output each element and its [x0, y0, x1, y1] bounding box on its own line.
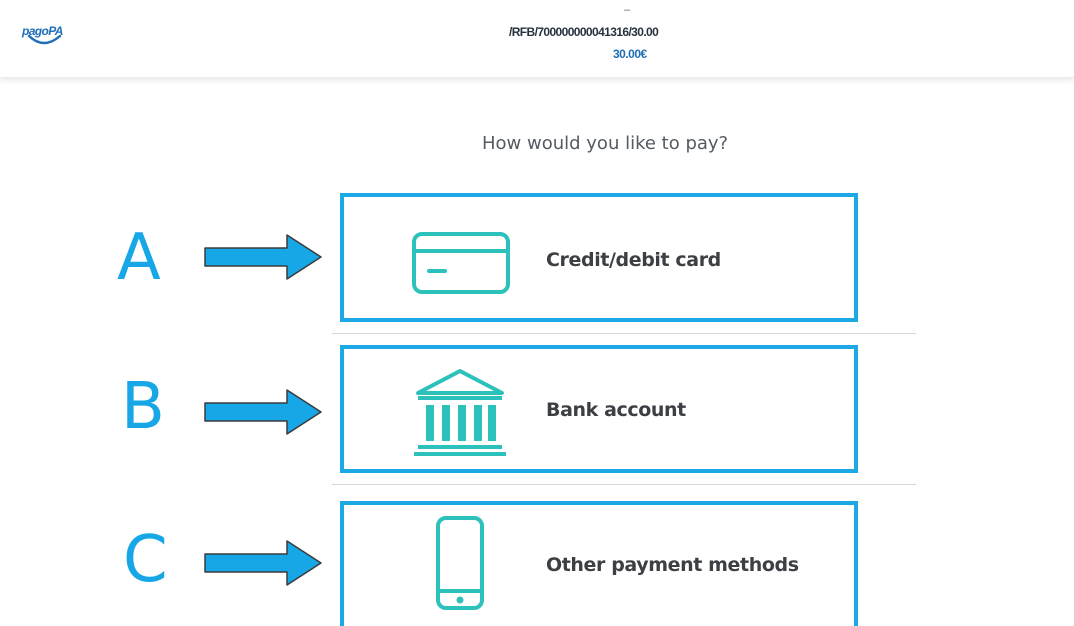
annotation-letter-a: A [117, 221, 161, 295]
header-dash: – [624, 4, 631, 16]
right-arrow-icon [204, 540, 322, 586]
bank-icon [414, 369, 506, 456]
payment-question: How would you like to pay? [482, 133, 729, 154]
right-arrow-icon [204, 234, 322, 280]
logo-smile-icon [27, 34, 62, 45]
option-separator [332, 484, 916, 485]
payment-amount: 30.00€ [613, 47, 647, 61]
other-payment-option[interactable]: Other payment methods [340, 501, 858, 626]
annotation-letter-b: B [121, 370, 165, 444]
credit-card-option[interactable]: Credit/debit card [340, 193, 858, 322]
option-separator [332, 333, 916, 334]
header: pagoPA – /RFB/700000000041316/30.00 30.0… [0, 0, 1074, 78]
right-arrow-icon [204, 389, 322, 435]
credit-card-label: Credit/debit card [546, 249, 721, 271]
notice-code: /RFB/700000000041316/30.00 [509, 25, 659, 39]
credit-card-icon [412, 232, 510, 294]
bank-account-label: Bank account [546, 399, 686, 421]
smartphone-icon [436, 516, 484, 610]
bank-account-option[interactable]: Bank account [340, 345, 858, 473]
other-payment-label: Other payment methods [546, 554, 799, 576]
pagopa-logo[interactable]: pagoPA [22, 22, 80, 52]
annotation-letter-c: C [123, 523, 168, 597]
